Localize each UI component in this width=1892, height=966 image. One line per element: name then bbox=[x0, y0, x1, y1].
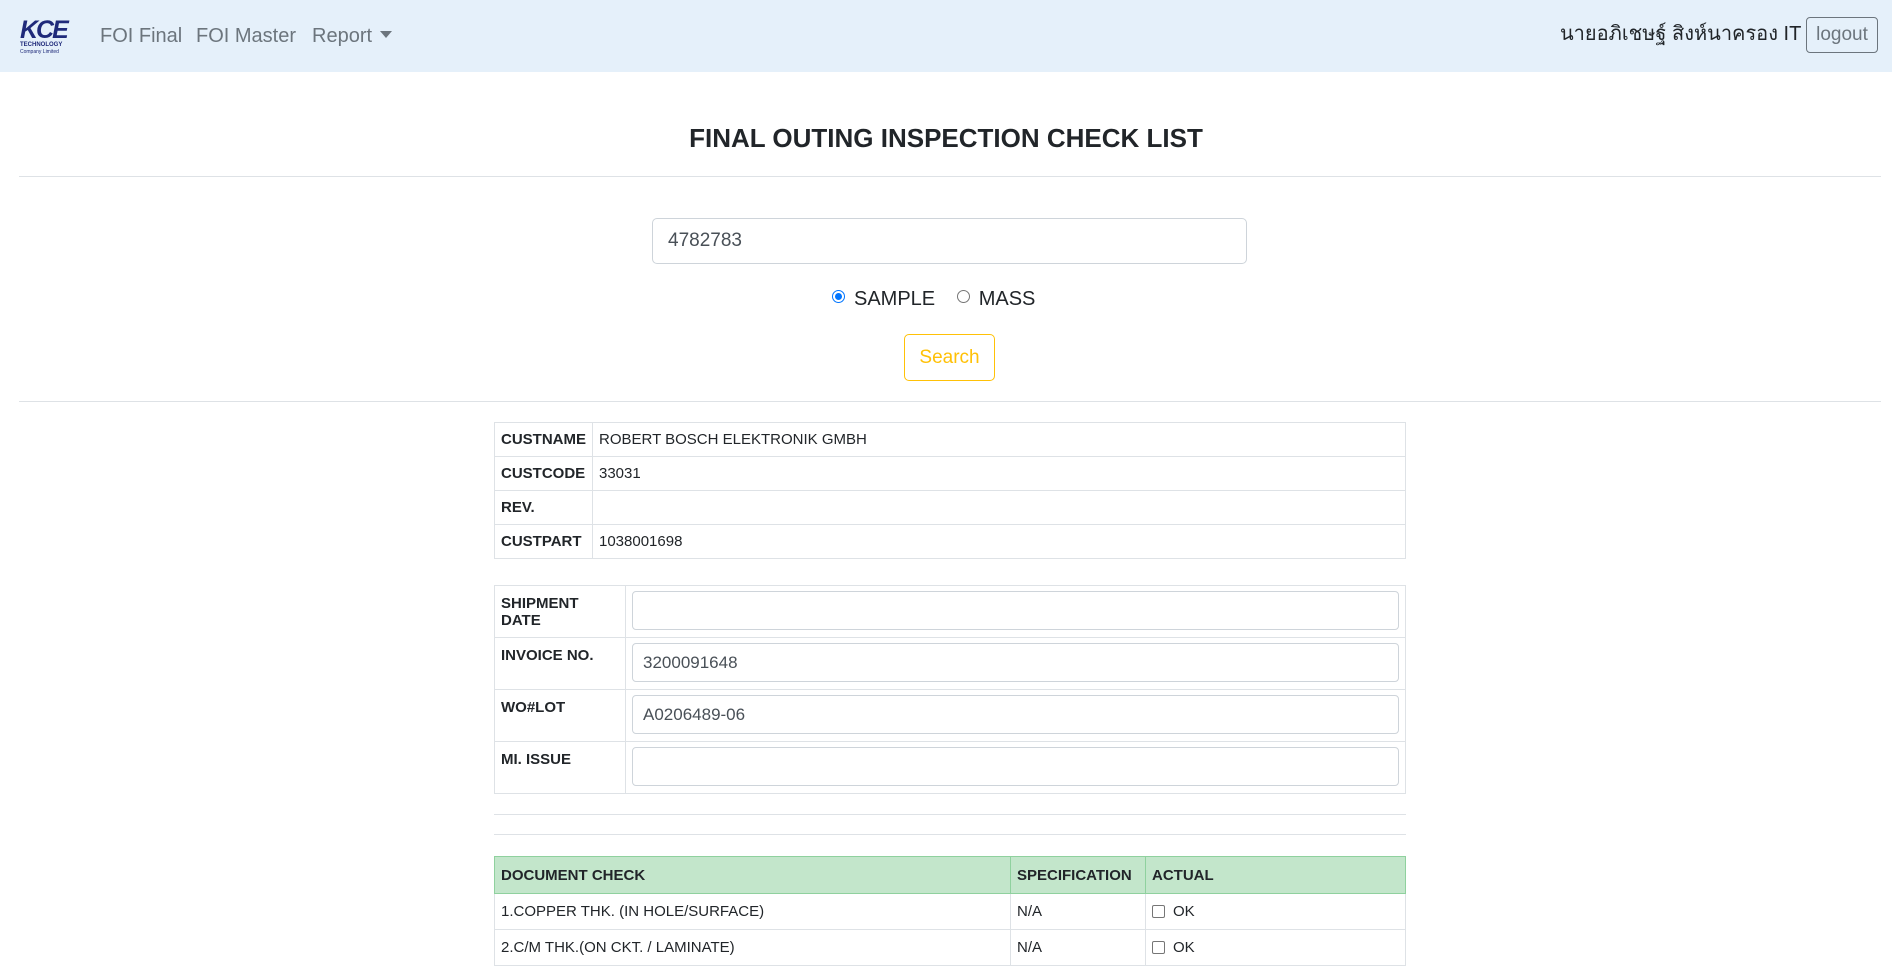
logo-line-2: Company Limited bbox=[20, 49, 59, 55]
custname-label: CUSTNAME bbox=[494, 422, 593, 457]
logout-button[interactable]: logout bbox=[1806, 17, 1878, 53]
radio-mass[interactable]: MASS bbox=[956, 288, 1036, 311]
logo-mark: KCE bbox=[20, 16, 69, 44]
table-row: CUSTNAME ROBERT BOSCH ELEKTRONIK GMBH bbox=[494, 422, 1406, 457]
radio-sample[interactable]: SAMPLE bbox=[832, 288, 935, 311]
radio-mass-label: MASS bbox=[978, 288, 1036, 311]
table-row: CUSTCODE 33031 bbox=[494, 456, 1406, 491]
invoice-no-label: INVOICE NO. bbox=[494, 637, 626, 690]
custname-value: ROBERT BOSCH ELEKTRONIK GMBH bbox=[592, 422, 1406, 457]
custpart-label: CUSTPART bbox=[494, 524, 593, 559]
customer-info-table: CUSTNAME ROBERT BOSCH ELEKTRONIK GMBH CU… bbox=[494, 422, 1406, 559]
rev-label: REV. bbox=[494, 490, 593, 525]
radio-mass-button[interactable] bbox=[956, 290, 970, 304]
custpart-value: 1038001698 bbox=[592, 524, 1406, 559]
table-row: MI. ISSUE bbox=[494, 741, 1406, 794]
table-row: CUSTPART 1038001698 bbox=[494, 524, 1406, 559]
radio-sample-label: SAMPLE bbox=[854, 288, 936, 311]
wo-lot-label: WO#LOT bbox=[494, 689, 626, 742]
wo-lot-cell bbox=[625, 689, 1406, 742]
custcode-value: 33031 bbox=[592, 456, 1406, 491]
shipment-date-cell bbox=[625, 585, 1406, 638]
kce-logo[interactable]: KCE TECHNOLOGY Company Limited bbox=[20, 18, 70, 56]
actual-header: ACTUAL bbox=[1145, 856, 1406, 894]
wo-lot-field[interactable] bbox=[632, 695, 1399, 734]
ok-checkbox[interactable] bbox=[1152, 904, 1165, 918]
ok-checkbox-label: OK bbox=[1173, 903, 1195, 920]
top-navbar: KCE TECHNOLOGY Company Limited FOI Final… bbox=[0, 0, 1892, 72]
shipment-date-label: SHIPMENT DATE bbox=[494, 585, 626, 638]
user-name: นายอภิเชษฐ์ สิงห์นาครอง IT bbox=[1560, 23, 1802, 45]
nav-link-foi-final[interactable]: FOI Final bbox=[100, 22, 182, 50]
nav-dropdown-report-label: Report bbox=[312, 25, 373, 47]
ok-checkbox[interactable] bbox=[1152, 940, 1165, 954]
chevron-down-icon bbox=[380, 31, 393, 39]
rev-value bbox=[592, 490, 1406, 525]
shipment-date-field[interactable] bbox=[632, 591, 1399, 630]
page-title: FINAL OUTING INSPECTION CHECK LIST bbox=[689, 123, 1203, 153]
nav-dropdown-report[interactable]: Report bbox=[312, 22, 393, 50]
table-row: WO#LOT bbox=[494, 689, 1406, 742]
check-spec: N/A bbox=[1010, 929, 1146, 966]
document-check-header: DOCUMENT CHECK bbox=[494, 856, 1011, 894]
shipment-table: SHIPMENT DATE INVOICE NO. WO#LOT MI. ISS… bbox=[494, 585, 1406, 794]
check-actual-cell: OK bbox=[1145, 893, 1406, 930]
table-row: 1.COPPER THK. (IN HOLE/SURFACE) N/A OK bbox=[494, 893, 1406, 930]
table-row: REV. bbox=[494, 490, 1406, 525]
specification-header: SPECIFICATION bbox=[1010, 856, 1146, 894]
search-input[interactable] bbox=[652, 218, 1247, 264]
radio-sample-button[interactable] bbox=[832, 290, 845, 304]
custcode-label: CUSTCODE bbox=[494, 456, 593, 491]
table-header-row: DOCUMENT CHECK SPECIFICATION ACTUAL bbox=[494, 856, 1406, 894]
check-item: 2.C/M THK.(ON CKT. / LAMINATE) bbox=[494, 929, 1011, 966]
table-row: INVOICE NO. bbox=[494, 637, 1406, 690]
invoice-no-cell bbox=[625, 637, 1406, 690]
divider bbox=[19, 176, 1881, 177]
check-spec: N/A bbox=[1010, 893, 1146, 930]
search-button[interactable]: Search bbox=[904, 334, 995, 381]
table-row: 2.C/M THK.(ON CKT. / LAMINATE) N/A OK bbox=[494, 929, 1406, 966]
mi-issue-label: MI. ISSUE bbox=[494, 741, 626, 794]
invoice-no-field[interactable] bbox=[632, 643, 1399, 682]
nav-link-foi-master[interactable]: FOI Master bbox=[196, 22, 296, 50]
divider bbox=[494, 834, 1406, 835]
check-actual-cell: OK bbox=[1145, 929, 1406, 966]
document-check-table: DOCUMENT CHECK SPECIFICATION ACTUAL 1.CO… bbox=[494, 856, 1406, 966]
mi-issue-cell bbox=[625, 741, 1406, 794]
check-item: 1.COPPER THK. (IN HOLE/SURFACE) bbox=[494, 893, 1011, 930]
mode-radio-group: SAMPLE MASS bbox=[832, 288, 1051, 310]
mi-issue-field[interactable] bbox=[632, 747, 1399, 786]
divider bbox=[19, 401, 1881, 402]
divider bbox=[494, 814, 1406, 815]
table-row: SHIPMENT DATE bbox=[494, 585, 1406, 638]
